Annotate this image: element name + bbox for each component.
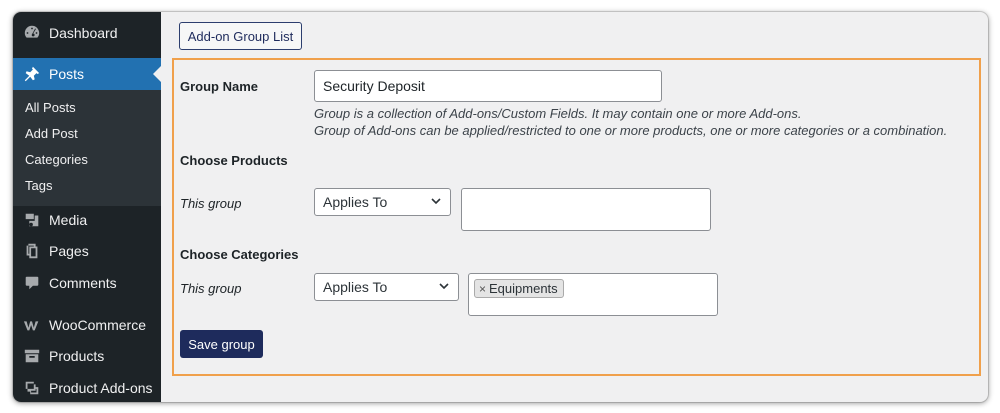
chevron-down-icon: [438, 279, 450, 295]
chip-label: Equipments: [489, 281, 558, 296]
sidebar-item-media[interactable]: Media: [13, 204, 161, 236]
group-name-input[interactable]: Security Deposit: [314, 70, 662, 102]
sidebar-item-label: Product Add-ons: [49, 380, 153, 396]
products-this-group-label: This group: [180, 196, 242, 211]
sidebar-item-label: Posts: [49, 66, 85, 82]
sidebar-item-label: Dashboard: [49, 25, 118, 41]
dashboard-icon: [22, 23, 42, 43]
sidebar-item-label: Products: [49, 348, 105, 364]
woocommerce-icon: [22, 315, 42, 335]
pages-icon: [22, 241, 42, 261]
chevron-down-icon: [430, 194, 442, 210]
sidebar-item-label: Pages: [49, 243, 89, 259]
choose-categories-heading: Choose Categories: [180, 247, 299, 262]
categories-applies-to-select[interactable]: Applies To: [314, 273, 459, 301]
media-icon: [22, 210, 42, 230]
submenu-item-all-posts[interactable]: All Posts: [25, 100, 76, 115]
save-group-button[interactable]: Save group: [180, 330, 263, 358]
sidebar-item-label: WooCommerce: [49, 317, 146, 333]
sidebar-item-dashboard[interactable]: Dashboard: [13, 17, 161, 49]
group-form-panel: Group Name Security Deposit Group is a c…: [172, 58, 981, 376]
posts-submenu: All Posts Add Post Categories Tags: [13, 90, 161, 206]
categories-select-value: Applies To: [323, 279, 388, 295]
sidebar-item-label: Media: [49, 212, 88, 228]
products-multiselect[interactable]: [461, 188, 711, 231]
sidebar-item-woocommerce[interactable]: WooCommerce: [13, 309, 161, 341]
group-name-value: Security Deposit: [323, 78, 425, 94]
main-content: Add-on Group List Group Name Security De…: [161, 12, 988, 402]
category-chip-equipments: × Equipments: [474, 279, 564, 298]
submenu-item-categories[interactable]: Categories: [25, 152, 88, 167]
categories-multiselect[interactable]: × Equipments: [468, 273, 718, 316]
comments-icon: [22, 273, 42, 293]
group-description-line-1: Group is a collection of Add-ons/Custom …: [314, 106, 802, 121]
sidebar-item-products[interactable]: Products: [13, 340, 161, 372]
products-applies-to-select[interactable]: Applies To: [314, 188, 451, 216]
sidebar-item-pages[interactable]: Pages: [13, 235, 161, 267]
sidebar-item-comments[interactable]: Comments: [13, 267, 161, 299]
admin-sidebar: Dashboard Posts All Posts Add Post Categ…: [13, 12, 161, 402]
group-name-label: Group Name: [180, 79, 259, 94]
sidebar-item-label: Comments: [49, 275, 117, 291]
addons-icon: [22, 378, 42, 398]
submenu-item-tags[interactable]: Tags: [25, 178, 52, 193]
sidebar-item-posts[interactable]: Posts: [13, 58, 161, 90]
browser-frame: Dashboard Posts All Posts Add Post Categ…: [13, 12, 988, 402]
sidebar-item-product-add-ons[interactable]: Product Add-ons: [13, 372, 161, 402]
chip-remove-icon[interactable]: ×: [479, 282, 486, 296]
products-select-value: Applies To: [323, 194, 388, 210]
add-on-group-list-button[interactable]: Add-on Group List: [179, 22, 302, 50]
categories-this-group-label: This group: [180, 281, 242, 296]
pin-icon: [22, 64, 42, 84]
submenu-item-add-post[interactable]: Add Post: [25, 126, 78, 141]
choose-products-heading: Choose Products: [180, 153, 288, 168]
products-icon: [22, 346, 42, 366]
group-description-line-2: Group of Add-ons can be applied/restrict…: [314, 123, 948, 138]
